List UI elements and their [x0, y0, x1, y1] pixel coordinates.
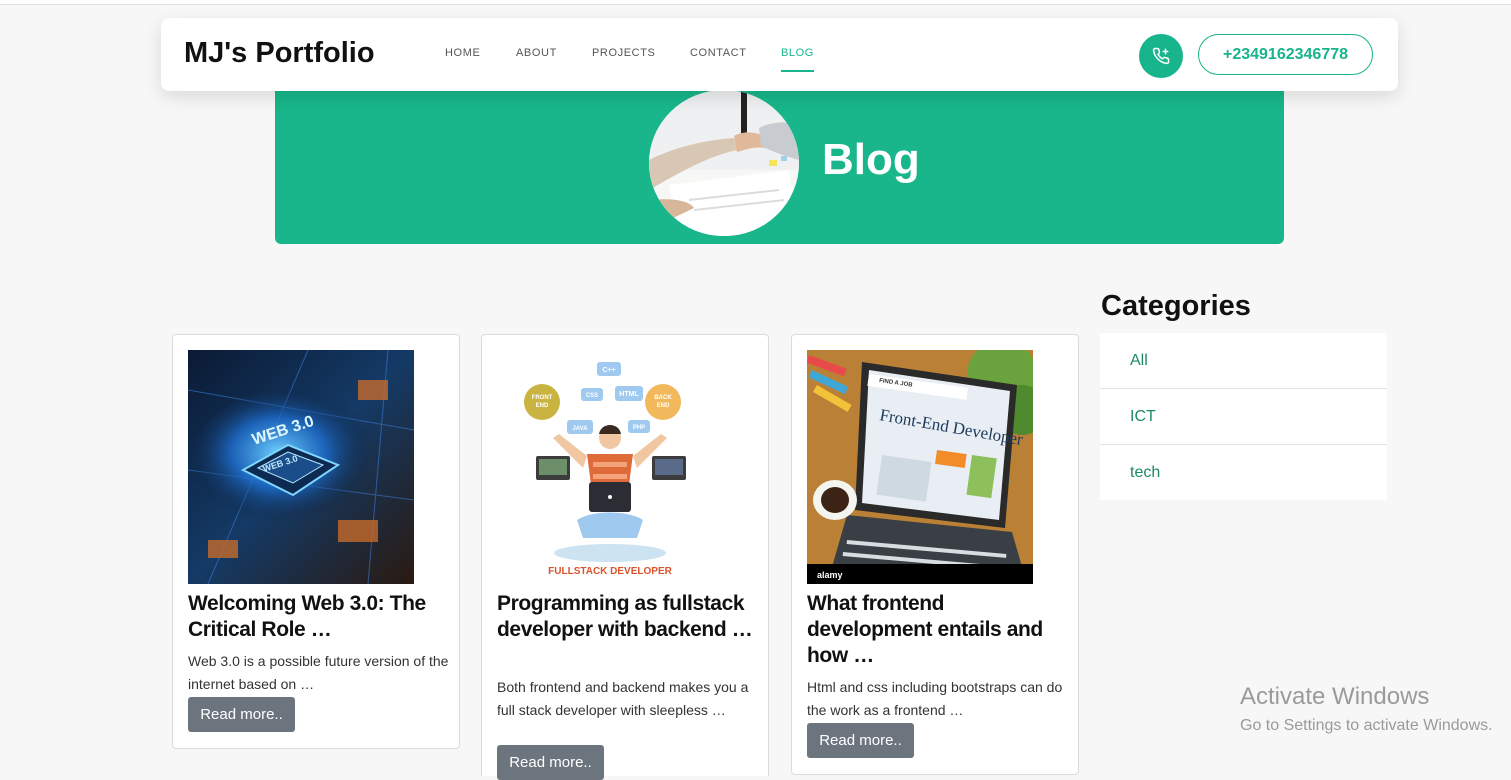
active-nav-underline: [781, 70, 814, 72]
back-end-label-top: BACK: [654, 395, 672, 401]
nav-about[interactable]: ABOUT: [516, 47, 557, 59]
phone-call-button[interactable]: [1139, 34, 1183, 78]
windows-activation-watermark: Activate Windows Go to Settings to activ…: [1240, 683, 1493, 735]
browser-top-border: [0, 0, 1511, 5]
php-label: PHP: [633, 425, 645, 431]
navbar: MJ's Portfolio HOME ABOUT PROJECTS CONTA…: [161, 18, 1398, 91]
phone-icon: [1152, 47, 1170, 65]
read-more-button[interactable]: Read more..: [188, 697, 295, 732]
categories-list: All ICT tech: [1100, 333, 1387, 500]
fullstack-developer-caption: FULLSTACK DEVELOPER: [548, 566, 672, 577]
hero-title: Blog: [822, 135, 920, 184]
blog-hero-banner: Blog: [275, 85, 1284, 244]
watermark-title: Activate Windows: [1240, 683, 1430, 710]
nav-home[interactable]: HOME: [445, 47, 480, 59]
category-item-all[interactable]: All: [1100, 333, 1387, 389]
post-excerpt: Both frontend and backend makes you a fu…: [497, 679, 749, 718]
nav-projects[interactable]: PROJECTS: [592, 47, 655, 59]
front-end-label-bottom: END: [536, 403, 549, 409]
web3-post-image[interactable]: WEB 3.0 WEB 3.0: [188, 350, 414, 584]
front-end-label-top: FRONT: [532, 395, 553, 401]
post-title[interactable]: Welcoming Web 3.0: The Critical Role …: [188, 591, 450, 643]
fullstack-post-image[interactable]: FRONT END BACK END C++ CSS HTML JAVA PHP: [497, 350, 723, 584]
read-more-button[interactable]: Read more..: [807, 723, 914, 758]
frontend-post-image[interactable]: FIND A JOB Front-End Developer alamy: [807, 350, 1033, 584]
category-item-tech[interactable]: tech: [1100, 445, 1387, 500]
blog-post-card: FRONT END BACK END C++ CSS HTML JAVA PHP: [481, 334, 769, 780]
css-label: CSS: [586, 393, 598, 399]
post-excerpt: Html and css including bootstraps can do…: [807, 679, 1063, 718]
post-excerpt: Web 3.0 is a possible future version of …: [188, 653, 449, 692]
categories-heading: Categories: [1101, 290, 1251, 322]
hero-handshake-image: [649, 90, 799, 236]
blog-post-card: FIND A JOB Front-End Developer alamy Wha…: [791, 334, 1079, 775]
blog-post-card: WEB 3.0 WEB 3.0 Welcoming Web 3.0: The C…: [172, 334, 460, 749]
back-end-label-bottom: END: [657, 403, 670, 409]
alamy-watermark-text: alamy: [817, 570, 843, 580]
nav-blog[interactable]: BLOG: [781, 47, 814, 72]
html-label: HTML: [619, 391, 639, 398]
watermark-subtitle: Go to Settings to activate Windows.: [1240, 717, 1493, 734]
post-title[interactable]: What frontend development entails and ho…: [807, 591, 1069, 669]
phone-number-button[interactable]: +2349162346778: [1198, 34, 1373, 75]
java-label: JAVA: [572, 426, 588, 432]
nav-contact[interactable]: CONTACT: [690, 47, 747, 59]
category-item-ict[interactable]: ICT: [1100, 389, 1387, 445]
nav-blog-label: BLOG: [781, 47, 814, 59]
brand-logo[interactable]: MJ's Portfolio: [184, 37, 375, 70]
post-title[interactable]: Programming as fullstack developer with …: [497, 591, 759, 643]
cpp-label: C++: [602, 367, 615, 374]
